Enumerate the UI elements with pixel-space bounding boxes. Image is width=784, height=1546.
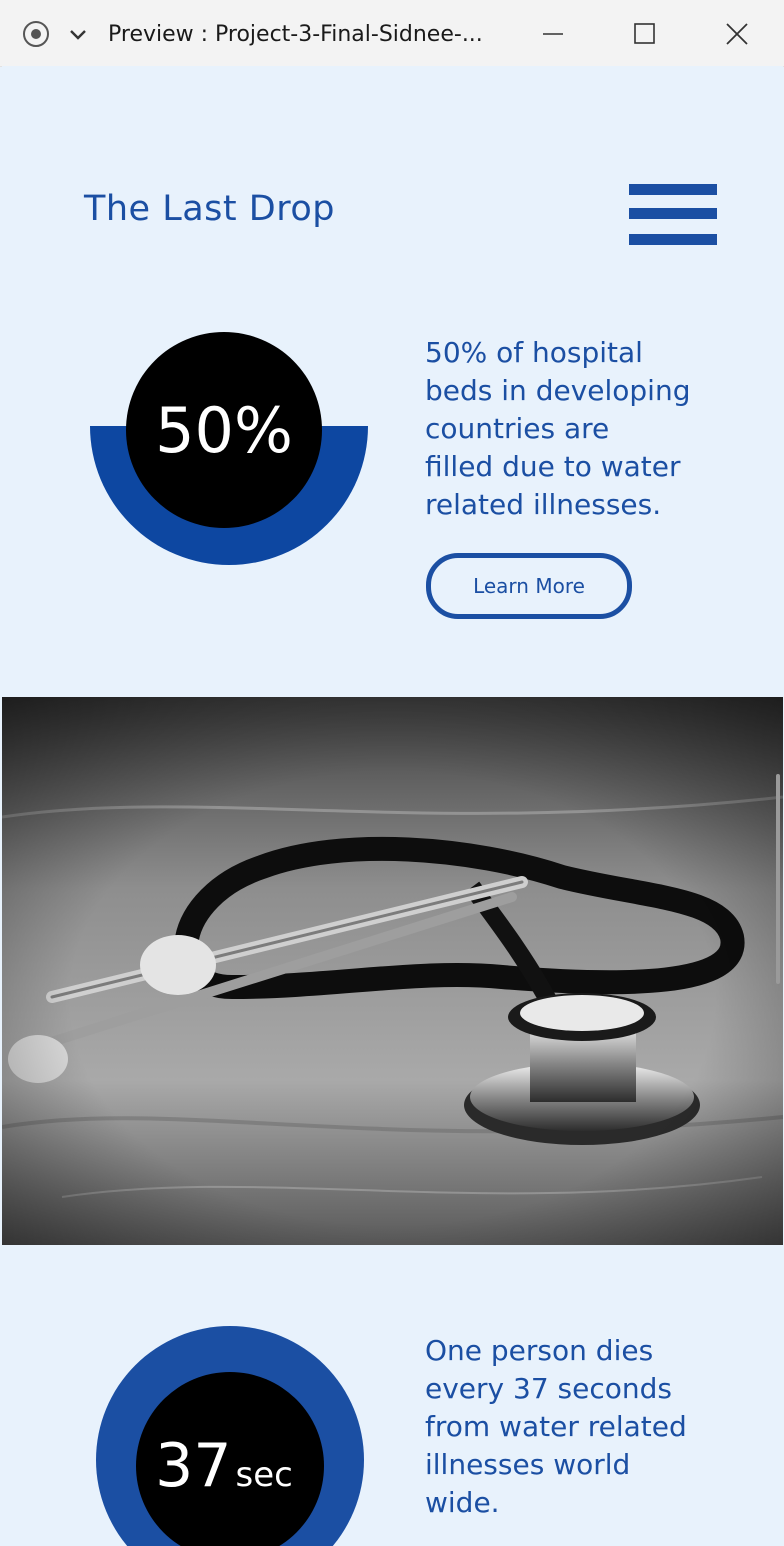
scrollbar-thumb[interactable] (776, 774, 780, 984)
stat-value-37: 37 (155, 1431, 231, 1501)
close-icon[interactable] (714, 14, 760, 54)
record-icon[interactable] (22, 20, 50, 48)
stat-text-line: from water related (425, 1410, 687, 1443)
stat-graphic-50: 50% (90, 332, 368, 565)
stat-text-line: countries are (425, 412, 610, 445)
minimize-icon[interactable] (530, 14, 576, 54)
stat-unit-sec: sec (236, 1455, 293, 1495)
stat-text-line: One person dies (425, 1334, 654, 1367)
stat-text-line: illnesses world (425, 1448, 631, 1481)
stat-text-line: 50% of hospital (425, 336, 643, 369)
stat-text-2: One person dies every 37 seconds from wa… (425, 1332, 687, 1522)
maximize-icon[interactable] (622, 14, 668, 54)
page-viewport: The Last Drop 50% 50% of hospital beds i… (2, 66, 783, 1546)
stat-text-line: filled due to water (425, 450, 681, 483)
hamburger-menu-icon[interactable] (629, 184, 717, 246)
stethoscope-photo (2, 697, 783, 1245)
chevron-down-icon[interactable] (64, 20, 92, 48)
window-title: Preview : Project-3-Final-Sidnee-... (108, 22, 483, 47)
stat-text-line: beds in developing (425, 374, 691, 407)
stat-text-1: 50% of hospital beds in developing count… (425, 334, 690, 524)
stat-text-line: related illnesses. (425, 488, 662, 521)
site-brand[interactable]: The Last Drop (84, 189, 335, 229)
stat-graphic-37: 37 sec (96, 1326, 364, 1546)
learn-more-button[interactable]: Learn More (426, 553, 632, 619)
stat-text-line: wide. (425, 1486, 500, 1519)
stat-value-50: 50% (155, 394, 293, 467)
stat-text-line: every 37 seconds (425, 1372, 672, 1405)
window-titlebar: Preview : Project-3-Final-Sidnee-... (0, 0, 784, 67)
